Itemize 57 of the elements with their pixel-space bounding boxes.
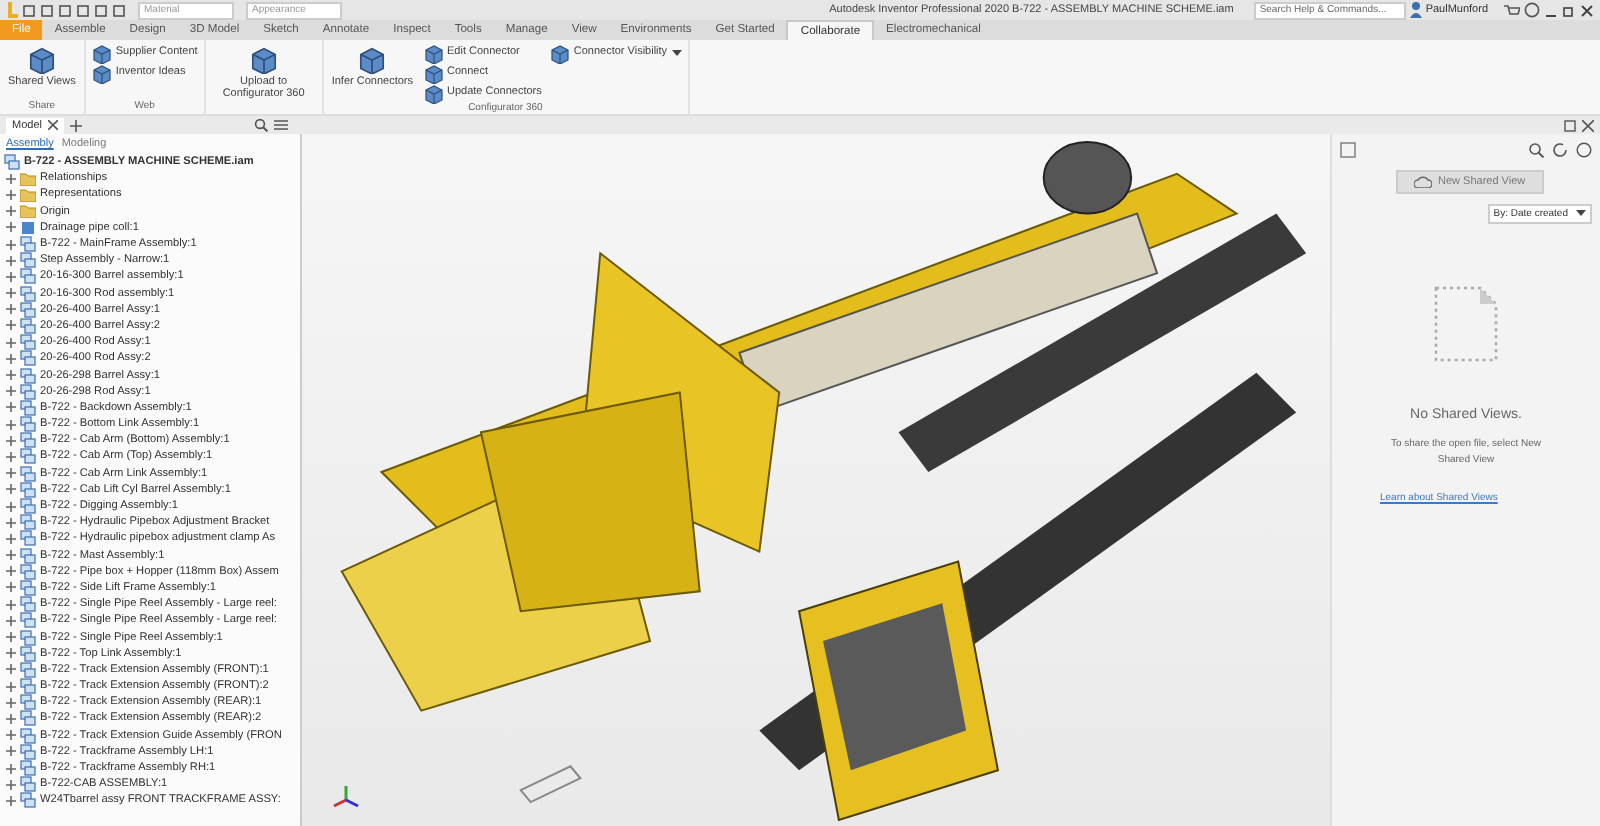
expand-icon[interactable] <box>6 746 16 757</box>
user-icon <box>1409 2 1422 18</box>
close-icon[interactable] <box>47 120 58 130</box>
expand-icon[interactable] <box>6 419 16 430</box>
assembly-icon <box>4 154 20 171</box>
expand-icon[interactable] <box>6 484 16 495</box>
cart-icon[interactable] <box>1504 3 1520 17</box>
expand-icon[interactable] <box>6 566 16 577</box>
expand-icon[interactable] <box>6 599 16 610</box>
expand-icon[interactable] <box>6 468 16 479</box>
expand-icon[interactable] <box>6 681 16 692</box>
expand-icon[interactable] <box>6 435 16 446</box>
expand-icon[interactable] <box>6 501 16 512</box>
expand-icon[interactable] <box>6 304 16 315</box>
caret-icon <box>671 49 682 57</box>
search-icon[interactable] <box>1528 142 1544 158</box>
expand-icon[interactable] <box>6 271 16 282</box>
expand-icon[interactable] <box>6 222 16 233</box>
expand-icon[interactable] <box>6 402 16 413</box>
expand-icon[interactable] <box>6 517 16 528</box>
expand-icon[interactable] <box>6 337 16 348</box>
expand-icon[interactable] <box>6 206 16 217</box>
expand-icon[interactable] <box>6 795 16 806</box>
expand-icon[interactable] <box>6 386 16 397</box>
expand-icon[interactable] <box>6 370 16 381</box>
expand-icon[interactable] <box>6 697 16 708</box>
expand-icon[interactable] <box>6 582 16 593</box>
expand-icon[interactable] <box>6 632 16 643</box>
maximize-icon[interactable] <box>1564 119 1576 131</box>
expand-icon[interactable] <box>6 320 16 331</box>
menu-icon[interactable] <box>273 118 288 132</box>
app-logo-icon <box>6 2 18 18</box>
expand-icon[interactable] <box>6 288 16 299</box>
expand-icon[interactable] <box>6 451 16 462</box>
expand-icon[interactable] <box>6 763 16 774</box>
restore-icon[interactable] <box>1562 3 1576 17</box>
expand-icon[interactable] <box>6 550 16 561</box>
expand-icon[interactable] <box>6 189 16 200</box>
expand-icon[interactable] <box>6 239 16 250</box>
expand-icon[interactable] <box>6 615 16 626</box>
expand-icon[interactable] <box>6 730 16 741</box>
expand-icon[interactable] <box>6 255 16 266</box>
expand-icon[interactable] <box>6 648 16 659</box>
add-icon[interactable] <box>69 119 82 131</box>
close-icon[interactable] <box>1580 3 1594 17</box>
expand-icon[interactable] <box>6 779 16 790</box>
expand-icon[interactable] <box>6 664 16 675</box>
refresh-icon[interactable] <box>1552 142 1568 158</box>
expand-icon[interactable] <box>6 353 16 364</box>
search-icon[interactable] <box>253 118 268 132</box>
empty-document-icon <box>1432 284 1500 364</box>
caret-icon <box>1576 210 1586 218</box>
close-icon[interactable] <box>1582 119 1594 131</box>
cloud-icon <box>1414 176 1432 188</box>
expand-icon[interactable] <box>6 533 16 544</box>
expand-icon[interactable] <box>6 173 16 184</box>
expand-icon[interactable] <box>6 713 16 724</box>
